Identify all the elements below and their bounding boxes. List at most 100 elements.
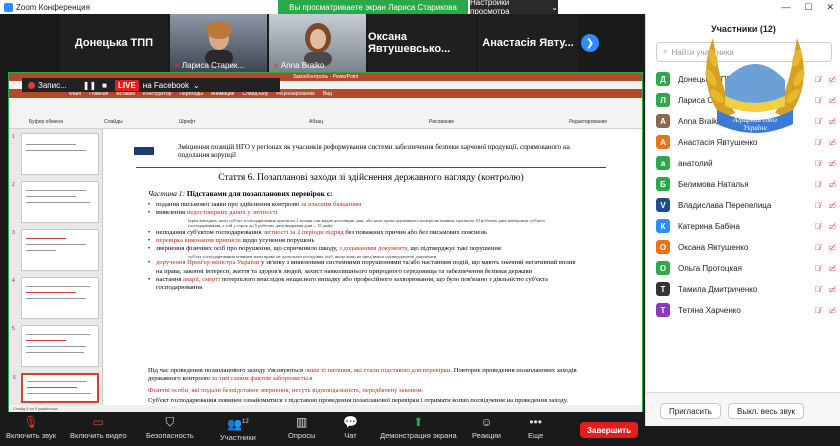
ribbon-tab[interactable]: Вид bbox=[323, 91, 332, 97]
meeting-toolbar: 🎙 Включить звук ▭ Включить видео ⛉ Безоп… bbox=[0, 412, 645, 446]
avatar: Д bbox=[656, 72, 670, 86]
article-title: Стаття 6. Позапланові заходи зі здійснен… bbox=[218, 173, 524, 183]
mic-off-icon: ✕ bbox=[174, 62, 180, 70]
avatar: Т bbox=[656, 282, 670, 296]
more-button[interactable]: ••• Еще bbox=[528, 415, 543, 440]
start-video-button[interactable]: ▭ Включить видео bbox=[70, 415, 127, 440]
participant-status: 🎙̸ ▭̸ bbox=[814, 96, 836, 105]
start-video-label: Включить видео bbox=[70, 431, 127, 440]
share-screen-button[interactable]: ⬆ Демонстрация экрана bbox=[380, 415, 457, 440]
stop-icon[interactable]: ■ bbox=[102, 81, 107, 90]
list-item: настання аварії, смерті потерпілого внас… bbox=[148, 276, 578, 293]
video-off-icon: ▭ bbox=[92, 415, 104, 429]
recording-bar: Запис... ❚❚ ■ LIVE на Facebook ⌄ bbox=[22, 78, 280, 92]
participant-name: Тетяна Харченко bbox=[678, 305, 741, 315]
ribbon-tab[interactable]: Рецензирование bbox=[276, 91, 315, 97]
participant-status: 🎙̸ ▭̸ bbox=[814, 159, 836, 168]
app-title: Zoom Конференция bbox=[4, 2, 90, 12]
slide-header: Зміцнення позицій НГО у регіонах як учас… bbox=[178, 143, 570, 159]
slide-thumbnail-selected[interactable]: 6 bbox=[13, 373, 99, 403]
slide-thumbnail[interactable]: 2 bbox=[12, 181, 99, 223]
security-label: Безопасность bbox=[146, 431, 194, 440]
slide-thumbnail[interactable]: 5 bbox=[12, 325, 99, 367]
participant-row[interactable]: Т Тамила Дмитриченко 🎙̸ ▭̸ bbox=[656, 280, 836, 298]
avatar: A bbox=[656, 114, 670, 128]
participant-row[interactable]: Б Белимова Наталья 🎙̸ ▭̸ bbox=[656, 175, 836, 193]
mic-off-icon: 🎙̸ bbox=[814, 179, 821, 189]
participant-status: 🎙̸ ▭̸ bbox=[814, 138, 836, 147]
minimize-icon[interactable]: — bbox=[781, 2, 790, 12]
chevron-down-icon: ⌄ bbox=[551, 2, 558, 12]
close-icon[interactable]: ✕ bbox=[826, 2, 834, 13]
item-highlight: доручення Прем'єр-міністра України bbox=[156, 259, 260, 267]
part-heading: Частина 1: Підставами для позапланових п… bbox=[148, 189, 333, 198]
slide-thumbnail[interactable]: 4 bbox=[12, 277, 99, 319]
slide-thumbnail[interactable]: 1 bbox=[12, 133, 99, 175]
video-tile[interactable]: Анастасія Явту... bbox=[478, 14, 578, 72]
search-icon: ⌕ bbox=[663, 47, 668, 56]
polls-label: Опросы bbox=[288, 431, 316, 440]
chevron-down-icon[interactable]: ⌄ bbox=[193, 81, 200, 90]
item-text: подання письмової заяви про здійснення к… bbox=[156, 201, 301, 208]
record-icon bbox=[28, 81, 35, 89]
mic-off-icon: 🎙 bbox=[23, 415, 39, 429]
participant-row[interactable]: Т Тетяна Харченко 🎙̸ ▭̸ bbox=[656, 301, 836, 319]
participant-status: 🎙̸ ▭̸ bbox=[814, 201, 836, 210]
mic-off-icon: 🎙̸ bbox=[814, 137, 821, 147]
reactions-button[interactable]: ☺ Реакции bbox=[472, 415, 501, 440]
video-strip: Донецька ТПП ✕ Лариса Старик... ✕ Anna Bra… bbox=[0, 14, 645, 72]
next-page-arrow-icon[interactable]: ❯ bbox=[581, 34, 599, 52]
participant-status: 🎙̸ ▭̸ bbox=[814, 264, 836, 273]
mic-off-icon: 🎙̸ bbox=[814, 200, 821, 210]
item-highlight: з додаванням документу bbox=[339, 245, 408, 253]
video-tile[interactable]: Донецька ТПП bbox=[60, 14, 168, 72]
live-platform[interactable]: на Facebook bbox=[143, 81, 189, 90]
slide-thumbnails: 1 2 3 4 5 6 bbox=[9, 129, 103, 405]
end-meeting-button[interactable]: Завершить bbox=[580, 422, 638, 438]
ribbon-group: Буфер обмена bbox=[29, 119, 63, 125]
ngo-logo bbox=[134, 147, 154, 155]
video-tile[interactable]: Оксана Явтушевсько... bbox=[368, 14, 476, 72]
agrarian-union-emblem: Аграрний союз України bbox=[705, 38, 805, 133]
participant-status: 🎙̸ ▭̸ bbox=[814, 243, 836, 252]
polls-button[interactable]: ▥ Опросы bbox=[288, 415, 315, 440]
list-item: подання письмової заяви про здійснення к… bbox=[148, 201, 578, 210]
panel-footer: Пригласить Выкл. весь звук bbox=[646, 392, 840, 426]
video-off-icon: ▭̸ bbox=[828, 179, 836, 189]
avatar: О bbox=[656, 261, 670, 275]
avatar: а bbox=[656, 156, 670, 170]
participant-row[interactable]: V Владислава Перепелица 🎙̸ ▭̸ bbox=[656, 196, 836, 214]
paragraph: Фізичні особи, які подали безпідставне з… bbox=[148, 387, 424, 394]
participant-name: Ольга Протоцкая bbox=[678, 263, 742, 273]
pause-icon[interactable]: ❚❚ bbox=[83, 81, 96, 90]
participant-row[interactable]: О Ольга Протоцкая 🎙̸ ▭̸ bbox=[656, 259, 836, 277]
chat-button[interactable]: 💬 Чат bbox=[343, 415, 358, 440]
item-highlight: звітності за 2 періоди підряд bbox=[263, 228, 344, 236]
tile-name: Оксана Явтушевсько... bbox=[368, 31, 451, 55]
item-highlight: за власним бажанням bbox=[300, 201, 362, 208]
invite-button[interactable]: Пригласить bbox=[660, 403, 721, 419]
video-tile[interactable]: ✕ Anna Braiko bbox=[269, 14, 366, 72]
view-settings-button[interactable]: Настройки просмотра ⌄ bbox=[470, 0, 558, 16]
video-off-icon: ▭̸ bbox=[828, 74, 836, 84]
participant-row[interactable]: а анатолий 🎙̸ ▭̸ bbox=[656, 154, 836, 172]
video-off-icon: ▭̸ bbox=[828, 200, 836, 210]
slide-thumbnail[interactable]: 3 bbox=[12, 229, 99, 271]
item-text: без поважних причин або без письмових по… bbox=[343, 228, 488, 236]
unmute-button[interactable]: 🎙 Включить звук bbox=[6, 415, 56, 440]
security-button[interactable]: ⛉ Безопасность bbox=[146, 415, 194, 440]
tile-name: Донецька ТПП bbox=[74, 37, 154, 49]
mute-all-button[interactable]: Выкл. весь звук bbox=[728, 403, 805, 419]
video-tile[interactable]: ✕ Лариса Старик... bbox=[170, 14, 267, 72]
participant-row[interactable]: К Катерина Бабіна 🎙̸ ▭̸ bbox=[656, 217, 836, 235]
mic-off-icon: 🎙̸ bbox=[814, 221, 821, 231]
participant-status: 🎙̸ ▭̸ bbox=[814, 222, 836, 231]
participants-button[interactable]: 👥12 Участники bbox=[220, 415, 256, 442]
mic-off-icon: 🎙̸ bbox=[814, 242, 821, 252]
avatar: О bbox=[656, 240, 670, 254]
item-highlight: перевірка виконання приписів bbox=[156, 237, 241, 245]
tile-name: Лариса Старик... bbox=[181, 61, 245, 70]
maximize-icon[interactable]: ☐ bbox=[804, 2, 812, 13]
participant-row[interactable]: О Оксана Явтушенко 🎙̸ ▭̸ bbox=[656, 238, 836, 256]
mic-off-icon: 🎙̸ bbox=[814, 158, 821, 168]
